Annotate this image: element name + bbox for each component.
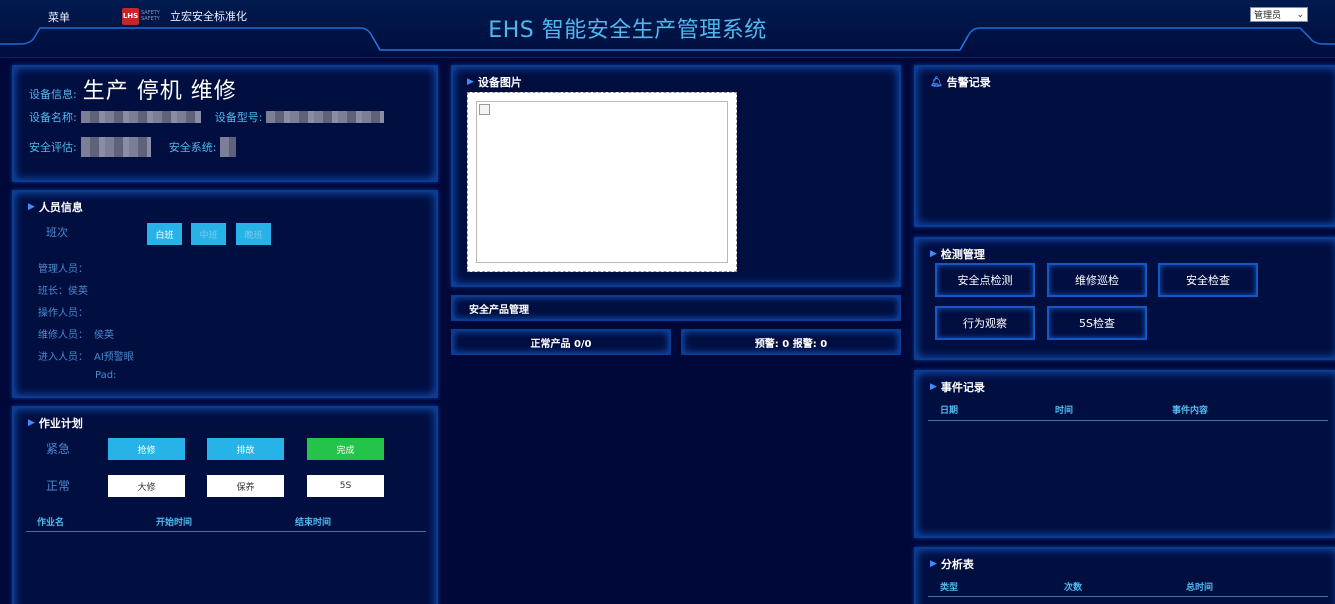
warnings-text: 预警: 0 报警: 0: [754, 338, 828, 350]
device-image: [476, 101, 728, 263]
device-info-panel: 设备信息: 生产 停机 维修 设备名称: 设备型号: 安全评估: 安全系统:: [12, 65, 438, 182]
team-leader-row: 班长：侯英: [38, 286, 88, 297]
normal-label: 正常: [46, 479, 71, 493]
analysis-title-text: 分析表: [940, 558, 974, 571]
triangle-right-icon: ▶: [28, 202, 35, 212]
table-divider: [928, 596, 1328, 597]
event-records-title-text: 事件记录: [940, 381, 985, 394]
urgent-label: 紧急: [46, 442, 71, 456]
col-count: 次数: [1064, 583, 1083, 593]
maintenance-patrol-button[interactable]: 维修巡检: [1047, 263, 1147, 297]
personnel-title-text: 人员信息: [38, 201, 83, 214]
safety-inspection-button[interactable]: 安全检查: [1158, 263, 1258, 297]
analysis-panel: ▶ 分析表 类型 次数 总时间: [914, 547, 1335, 604]
complete-button[interactable]: 完成: [307, 438, 384, 460]
col-time: 时间: [1055, 406, 1074, 416]
chevron-down-icon: ⌄: [1296, 9, 1304, 20]
user-select[interactable]: 管理员 ⌄: [1250, 7, 1308, 22]
troubleshoot-button[interactable]: 排故: [207, 438, 284, 460]
safety-assess-value-redacted: [80, 137, 151, 157]
event-records-title: ▶ 事件记录: [930, 379, 985, 395]
behavior-observe-button[interactable]: 行为观察: [935, 306, 1035, 340]
triangle-right-icon: ▶: [28, 418, 35, 428]
triangle-right-icon: ▶: [930, 559, 937, 569]
page-title: EHS 智能安全生产管理系统: [488, 18, 767, 43]
normal-products-text: 正常产品 0/0: [530, 338, 592, 350]
pad-row: Pad:: [95, 370, 117, 381]
device-name-label: 设备名称:: [29, 111, 77, 124]
shift-day-button[interactable]: 白班: [147, 223, 182, 245]
table-divider: [26, 531, 426, 532]
alarm-records-title: 🔔︎ 告警记录: [930, 74, 991, 90]
shift-label: 班次: [46, 226, 68, 239]
col-date: 日期: [940, 406, 959, 416]
work-plan-title-text: 作业计划: [38, 417, 83, 430]
personnel-title: ▶ 人员信息: [28, 199, 83, 215]
user-select-value: 管理员: [1254, 11, 1282, 21]
triangle-right-icon: ▶: [930, 382, 937, 392]
maintenance-row: 维修人员： 侯英: [38, 330, 114, 341]
shift-night-button[interactable]: 晚班: [236, 223, 271, 245]
col-type: 类型: [940, 583, 959, 593]
safety-system-label: 安全系统:: [168, 141, 217, 154]
detection-title: ▶ 检测管理: [930, 246, 985, 262]
product-management-title: 安全产品管理: [469, 304, 529, 316]
col-total-time: 总时间: [1186, 583, 1214, 593]
entry-row: 进入人员： AI预警眼: [38, 352, 134, 363]
device-image-title: ▶ 设备图片: [467, 74, 522, 90]
device-model-value-redacted: [266, 111, 385, 123]
bell-icon: 🔔︎: [930, 76, 943, 88]
overhaul-button[interactable]: 大修: [108, 475, 185, 497]
shift-mid-button[interactable]: 中班: [191, 223, 226, 245]
device-image-frame: [467, 92, 737, 272]
detection-panel: ▶ 检测管理 安全点检测 维修巡检 安全检查 行为观察 5S检查: [914, 237, 1335, 360]
table-divider: [928, 420, 1328, 421]
device-name-value-redacted: [80, 111, 201, 123]
event-records-panel: ▶ 事件记录 日期 时间 事件内容: [914, 370, 1335, 538]
maintain-button[interactable]: 保养: [207, 475, 284, 497]
analysis-title: ▶ 分析表: [930, 556, 974, 572]
device-model-label: 设备型号:: [214, 111, 263, 124]
device-image-panel: ▶ 设备图片: [451, 65, 901, 287]
five-s-button[interactable]: 5S: [307, 475, 384, 497]
safety-system-value-redacted: [220, 137, 237, 157]
five-s-check-button[interactable]: 5S检查: [1047, 306, 1147, 340]
detection-title-text: 检测管理: [940, 248, 985, 261]
work-plan-title: ▶ 作业计划: [28, 415, 83, 431]
work-plan-panel: ▶ 作业计划 紧急 抢修 排故 完成 正常 大修 保养 5S 作业名 开始时间 …: [12, 406, 438, 604]
device-status: 生产 停机 维修: [82, 79, 237, 104]
col-job-name: 作业名: [37, 518, 65, 528]
device-info-label: 设备信息:: [29, 88, 77, 101]
operator-row: 操作人员：: [38, 308, 88, 319]
col-event-content: 事件内容: [1172, 406, 1209, 416]
col-start-time: 开始时间: [156, 518, 193, 528]
alarm-records-title-text: 告警记录: [946, 76, 991, 89]
safety-point-check-button[interactable]: 安全点检测: [935, 263, 1035, 297]
emergency-repair-button[interactable]: 抢修: [108, 438, 185, 460]
app-header: 菜单 LHS SAFETY SAFETY 立宏安全标准化 EHS 智能安全生产管…: [0, 0, 1335, 58]
triangle-right-icon: ▶: [467, 77, 474, 87]
device-image-title-text: 设备图片: [477, 76, 522, 89]
normal-products-bar[interactable]: 正常产品 0/0: [451, 329, 671, 355]
warnings-bar[interactable]: 预警: 0 报警: 0: [681, 329, 901, 355]
product-management-bar: 安全产品管理: [451, 295, 901, 321]
broken-image-icon: [479, 104, 490, 115]
triangle-right-icon: ▶: [930, 249, 937, 259]
col-end-time: 结束时间: [295, 518, 332, 528]
manager-row: 管理人员：: [38, 264, 88, 275]
personnel-panel: ▶ 人员信息 班次 白班 中班 晚班 管理人员： 班长：侯英 操作人员： 维修人…: [12, 190, 438, 398]
safety-assess-label: 安全评估:: [29, 141, 77, 154]
alarm-records-panel: 🔔︎ 告警记录: [914, 65, 1335, 227]
